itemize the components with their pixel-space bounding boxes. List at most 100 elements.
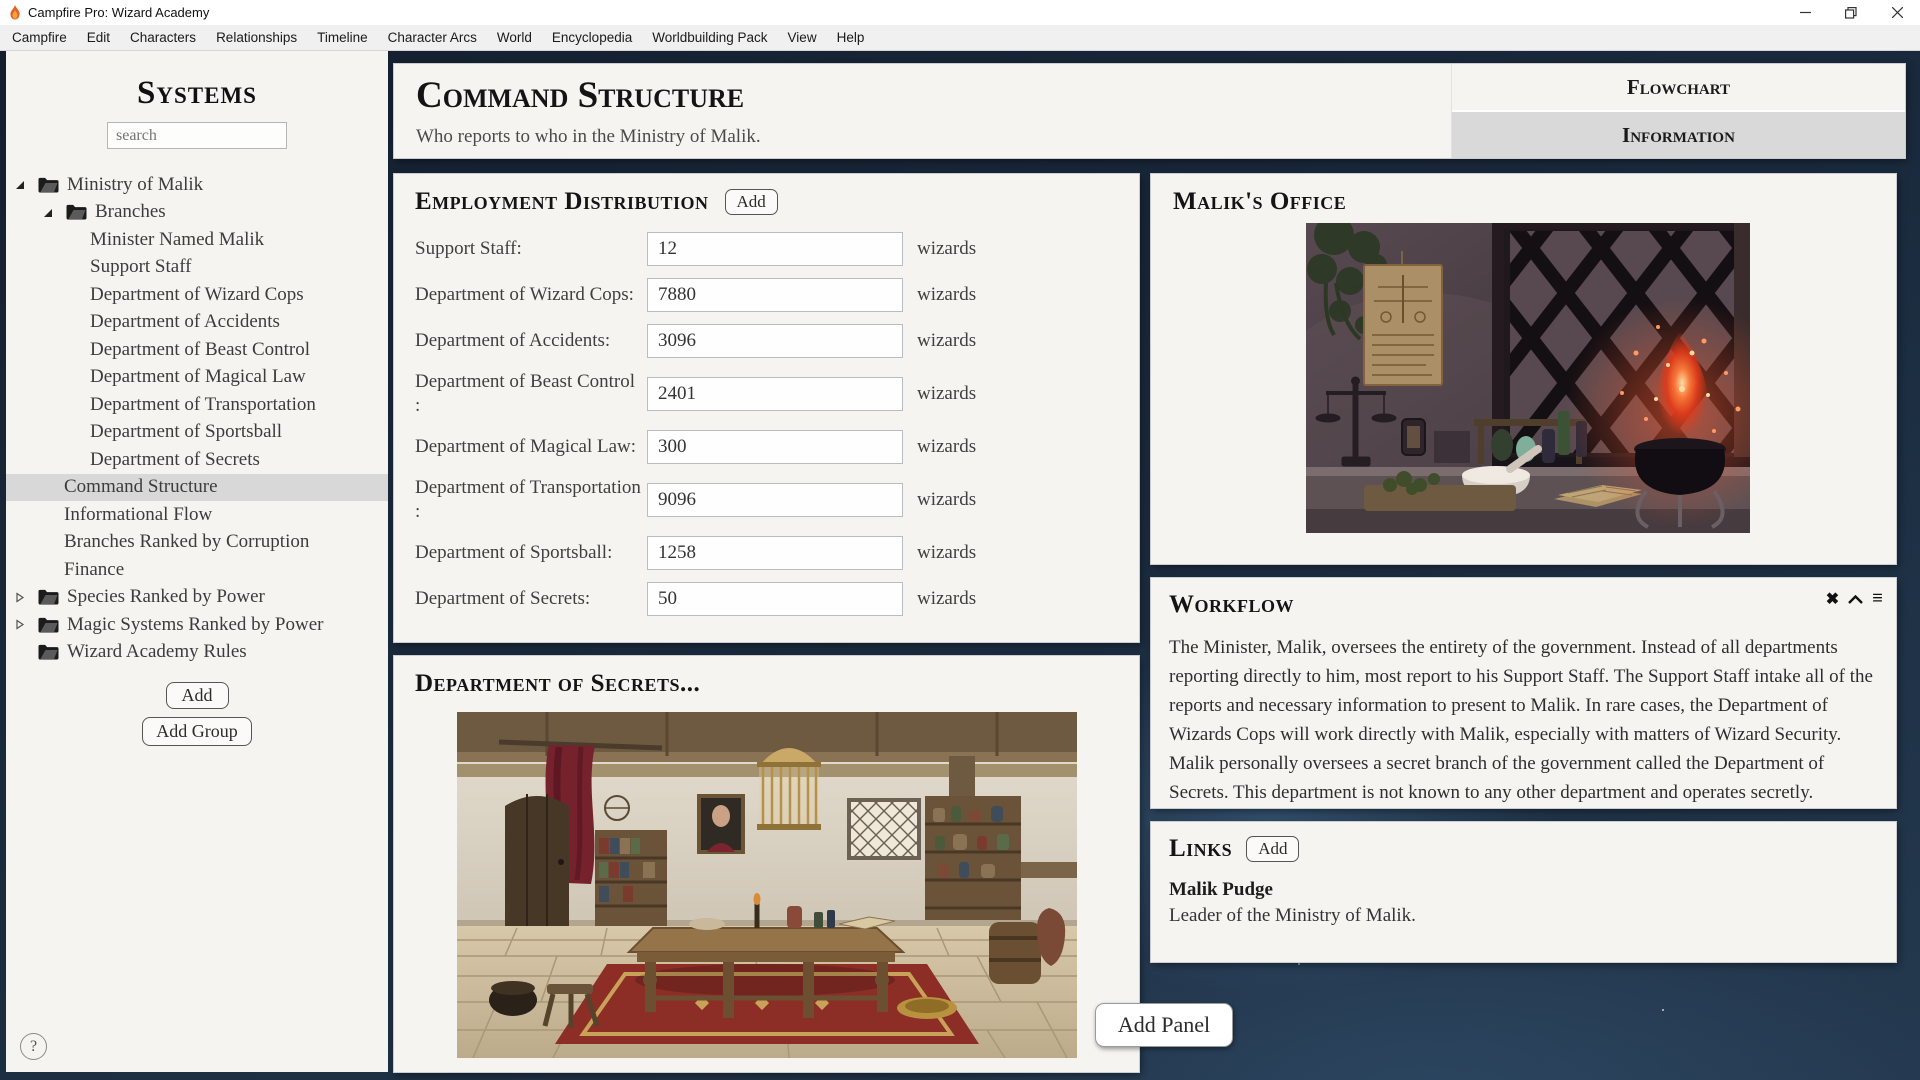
add-panel-button[interactable]: Add Panel xyxy=(1095,1003,1233,1047)
page-header: Command Structure Who reports to who in … xyxy=(394,64,1451,158)
sidebar-item-label: Ministry of Malik xyxy=(67,174,203,196)
menu-item-character-arcs[interactable]: Character Arcs xyxy=(378,25,487,50)
secrets-panel-title: Department of Secrets... xyxy=(415,670,700,697)
minimize-button[interactable] xyxy=(1782,0,1828,25)
employment-row-label: Support Staff: xyxy=(415,237,647,261)
add-system-button[interactable]: Add xyxy=(166,682,229,709)
starfield-background xyxy=(0,51,2,53)
menu-item-timeline[interactable]: Timeline xyxy=(307,25,378,50)
panel-menu-icon[interactable]: ≡ xyxy=(1872,588,1882,610)
employment-add-button[interactable]: Add xyxy=(725,189,778,215)
app-body: Systems Ministry of Malik Branches xyxy=(0,51,1920,1080)
sidebar-item-label: Department of Sportsball xyxy=(90,421,282,443)
sidebar-item-label: Department of Accidents xyxy=(90,311,280,333)
sidebar-item-species-ranked-by-power[interactable]: Species Ranked by Power xyxy=(6,584,388,612)
sidebar-item-informational-flow[interactable]: Informational Flow xyxy=(6,501,388,529)
sidebar-item-magic-systems-ranked-by-power[interactable]: Magic Systems Ranked by Power xyxy=(6,611,388,639)
sidebar-item-branches-ranked-by-corruption[interactable]: Branches Ranked by Corruption xyxy=(6,529,388,557)
office-panel-title: Malik's Office xyxy=(1173,188,1346,215)
sidebar-item-ministry-of-malik[interactable]: Ministry of Malik xyxy=(6,171,388,199)
sidebar-item-department-of-beast-control[interactable]: Department of Beast Control xyxy=(6,336,388,364)
employment-value-input[interactable] xyxy=(647,324,903,358)
caret-collapsed-icon[interactable] xyxy=(14,619,38,630)
sidebar-item-department-of-secrets[interactable]: Department of Secrets xyxy=(6,446,388,474)
links-add-button[interactable]: Add xyxy=(1246,836,1299,862)
caret-expanded-icon[interactable] xyxy=(14,179,38,190)
links-panel-title: Links xyxy=(1169,835,1232,863)
employment-unit-label: wizards xyxy=(917,436,976,458)
department-of-secrets-panel: Department of Secrets... xyxy=(394,656,1139,1072)
employment-value-input[interactable] xyxy=(647,430,903,464)
folder-icon xyxy=(38,177,59,193)
menu-bar: Campfire Edit Characters Relationships T… xyxy=(0,25,1920,51)
menu-item-help[interactable]: Help xyxy=(827,25,875,50)
sidebar-item-wizard-academy-rules[interactable]: Wizard Academy Rules xyxy=(6,639,388,667)
sidebar-item-command-structure[interactable]: Command Structure xyxy=(6,474,388,502)
sidebar-item-department-of-accidents[interactable]: Department of Accidents xyxy=(6,309,388,337)
employment-row-label: Department of Accidents: xyxy=(415,329,647,353)
tab-flowchart[interactable]: Flowchart xyxy=(1452,64,1905,112)
menu-item-view[interactable]: View xyxy=(778,25,827,50)
sidebar-item-label: Informational Flow xyxy=(64,504,212,526)
maliks-office-image xyxy=(1306,223,1750,533)
menu-item-relationships[interactable]: Relationships xyxy=(206,25,307,50)
link-description: Leader of the Ministry of Malik. xyxy=(1169,905,1878,927)
employment-distribution-panel: Employment Distribution Add Support Staf… xyxy=(394,174,1139,642)
sidebar-item-department-of-sportsball[interactable]: Department of Sportsball xyxy=(6,419,388,447)
sidebar-item-finance[interactable]: Finance xyxy=(6,556,388,584)
sidebar-item-branches[interactable]: Branches xyxy=(6,199,388,227)
campfire-logo-icon xyxy=(8,5,22,21)
employment-value-input[interactable] xyxy=(647,536,903,570)
sidebar-item-label: Branches xyxy=(95,201,166,223)
employment-value-input[interactable] xyxy=(647,377,903,411)
sidebar-item-label: Magic Systems Ranked by Power xyxy=(67,614,323,636)
page-header-panel: Command Structure Who reports to who in … xyxy=(394,64,1905,158)
sidebar-item-label: Department of Wizard Cops xyxy=(90,284,304,306)
employment-unit-label: wizards xyxy=(917,542,976,564)
employment-unit-label: wizards xyxy=(917,588,976,610)
sidebar-item-department-of-transportation[interactable]: Department of Transportation xyxy=(6,391,388,419)
panel-collapse-icon[interactable] xyxy=(1848,595,1863,604)
employment-row: Department of Beast Control : wizards xyxy=(415,370,1119,418)
employment-row-label: Department of Secrets: xyxy=(415,587,647,611)
close-icon xyxy=(1892,7,1903,18)
employment-value-input[interactable] xyxy=(647,582,903,616)
employment-value-input[interactable] xyxy=(647,278,903,312)
menu-item-world[interactable]: World xyxy=(487,25,542,50)
workflow-panel-title: Workflow xyxy=(1169,591,1294,618)
search-input[interactable] xyxy=(107,122,287,149)
panel-close-icon[interactable]: ✖ xyxy=(1826,589,1839,609)
sidebar-item-minister-named-malik[interactable]: Minister Named Malik xyxy=(6,226,388,254)
menu-item-edit[interactable]: Edit xyxy=(77,25,120,50)
restore-icon xyxy=(1845,7,1857,19)
link-name[interactable]: Malik Pudge xyxy=(1169,879,1878,901)
add-group-button[interactable]: Add Group xyxy=(142,717,252,746)
sidebar-item-label: Minister Named Malik xyxy=(90,229,264,251)
sidebar-heading: Systems xyxy=(6,75,388,112)
restore-button[interactable] xyxy=(1828,0,1874,25)
menu-item-encyclopedia[interactable]: Encyclopedia xyxy=(542,25,642,50)
employment-value-input[interactable] xyxy=(647,483,903,517)
sidebar-item-department-of-wizard-cops[interactable]: Department of Wizard Cops xyxy=(6,281,388,309)
folder-icon xyxy=(66,204,87,220)
link-entry[interactable]: Malik Pudge Leader of the Ministry of Ma… xyxy=(1169,879,1878,927)
employment-row: Support Staff: wizards xyxy=(415,232,1119,266)
sidebar-item-label: Department of Beast Control xyxy=(90,339,310,361)
employment-row: Department of Sportsball: wizards xyxy=(415,536,1119,570)
employment-row-label: Department of Magical Law: xyxy=(415,435,647,459)
caret-collapsed-icon[interactable] xyxy=(14,592,38,603)
sidebar-item-label: Wizard Academy Rules xyxy=(67,641,247,663)
menu-item-worldbuilding-pack[interactable]: Worldbuilding Pack xyxy=(642,25,777,50)
sidebar-item-label: Command Structure xyxy=(64,476,218,498)
menu-item-characters[interactable]: Characters xyxy=(120,25,206,50)
menu-item-campfire[interactable]: Campfire xyxy=(2,25,77,50)
help-button[interactable]: ? xyxy=(20,1033,47,1060)
employment-value-input[interactable] xyxy=(647,232,903,266)
sidebar-item-department-of-magical-law[interactable]: Department of Magical Law xyxy=(6,364,388,392)
close-button[interactable] xyxy=(1874,0,1920,25)
sidebar-item-label: Department of Transportation xyxy=(90,394,316,416)
employment-unit-label: wizards xyxy=(917,284,976,306)
caret-expanded-icon[interactable] xyxy=(42,207,66,218)
sidebar-item-support-staff[interactable]: Support Staff xyxy=(6,254,388,282)
tab-information[interactable]: Information xyxy=(1452,112,1905,158)
